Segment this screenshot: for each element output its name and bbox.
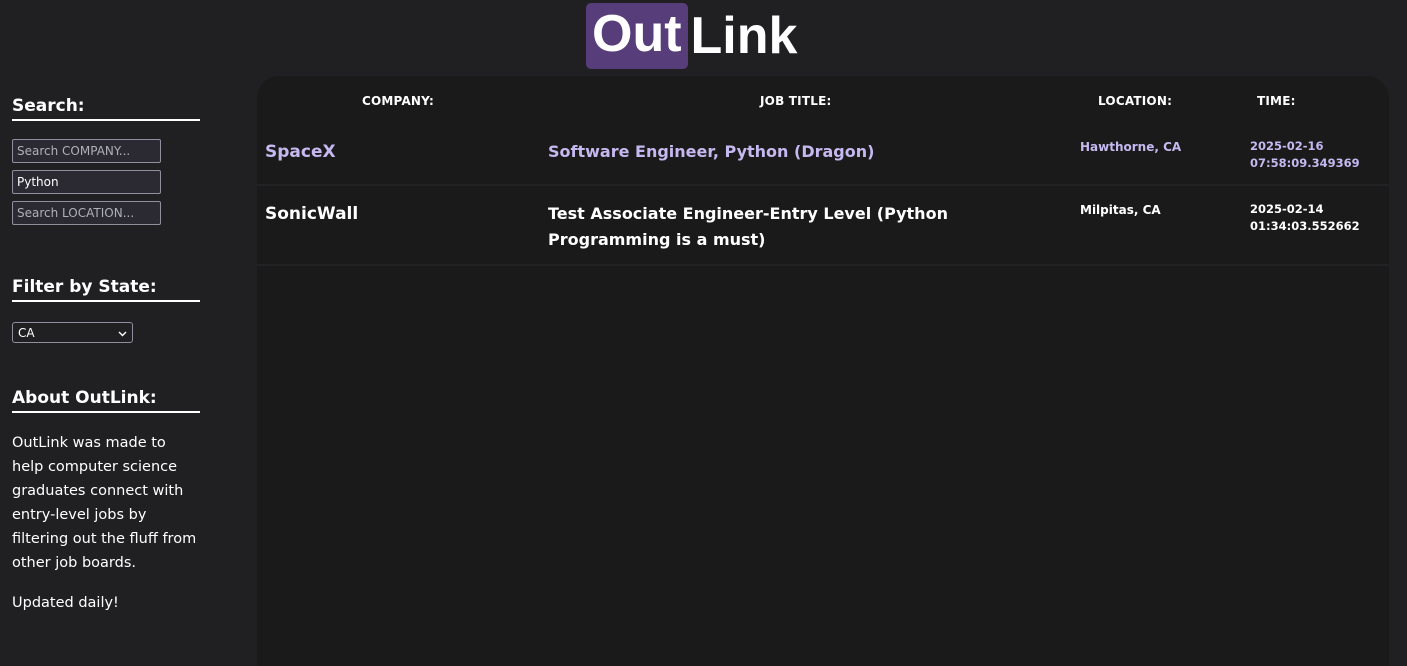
time-clock: 01:34:03.552662 bbox=[1250, 219, 1360, 233]
time-text: 2025-02-16 07:58:09.349369 bbox=[1250, 138, 1360, 172]
about-heading: About OutLink: bbox=[12, 388, 200, 413]
outlink-logo: Out Link bbox=[586, 3, 797, 69]
logo-out: Out bbox=[586, 3, 688, 69]
job-title-link[interactable]: Software Engineer, Python (Dragon) bbox=[548, 139, 1068, 165]
location-text: Milpitas, CA bbox=[1080, 203, 1161, 217]
company-search-input[interactable] bbox=[12, 139, 161, 163]
about-text: OutLink was made to help computer scienc… bbox=[12, 435, 197, 571]
updated-text: Updated daily! bbox=[12, 595, 119, 611]
state-select[interactable]: CA bbox=[12, 322, 133, 343]
time-text: 2025-02-14 01:34:03.552662 bbox=[1250, 201, 1360, 235]
header-time: TIME: bbox=[1257, 94, 1296, 108]
location-text: Hawthorne, CA bbox=[1080, 140, 1182, 154]
time-date: 2025-02-14 bbox=[1250, 202, 1324, 216]
chevron-down-icon bbox=[118, 326, 127, 340]
filter-heading: Filter by State: bbox=[12, 277, 200, 302]
logo-link: Link bbox=[690, 7, 798, 65]
time-clock: 07:58:09.349369 bbox=[1250, 156, 1360, 170]
table-row[interactable]: SonicWall Test Associate Engineer-Entry … bbox=[257, 186, 1389, 266]
time-date: 2025-02-16 bbox=[1250, 139, 1324, 153]
company-link[interactable]: SonicWall bbox=[265, 204, 358, 224]
sidebar: Search: Filter by State: CA About OutLin… bbox=[12, 96, 200, 615]
jobs-panel: COMPANY: JOB TITLE: LOCATION: TIME: Spac… bbox=[257, 76, 1389, 666]
job-title-link[interactable]: Test Associate Engineer-Entry Level (Pyt… bbox=[548, 201, 1068, 253]
table-row[interactable]: SpaceX Software Engineer, Python (Dragon… bbox=[257, 122, 1389, 186]
location-search-input[interactable] bbox=[12, 201, 161, 225]
title-search-input[interactable] bbox=[12, 170, 161, 194]
header-job-title: JOB TITLE: bbox=[760, 94, 832, 108]
search-heading: Search: bbox=[12, 96, 200, 121]
header-company: COMPANY: bbox=[362, 94, 435, 108]
state-select-value: CA bbox=[18, 325, 35, 340]
header-location: LOCATION: bbox=[1098, 94, 1173, 108]
company-link[interactable]: SpaceX bbox=[265, 142, 336, 162]
